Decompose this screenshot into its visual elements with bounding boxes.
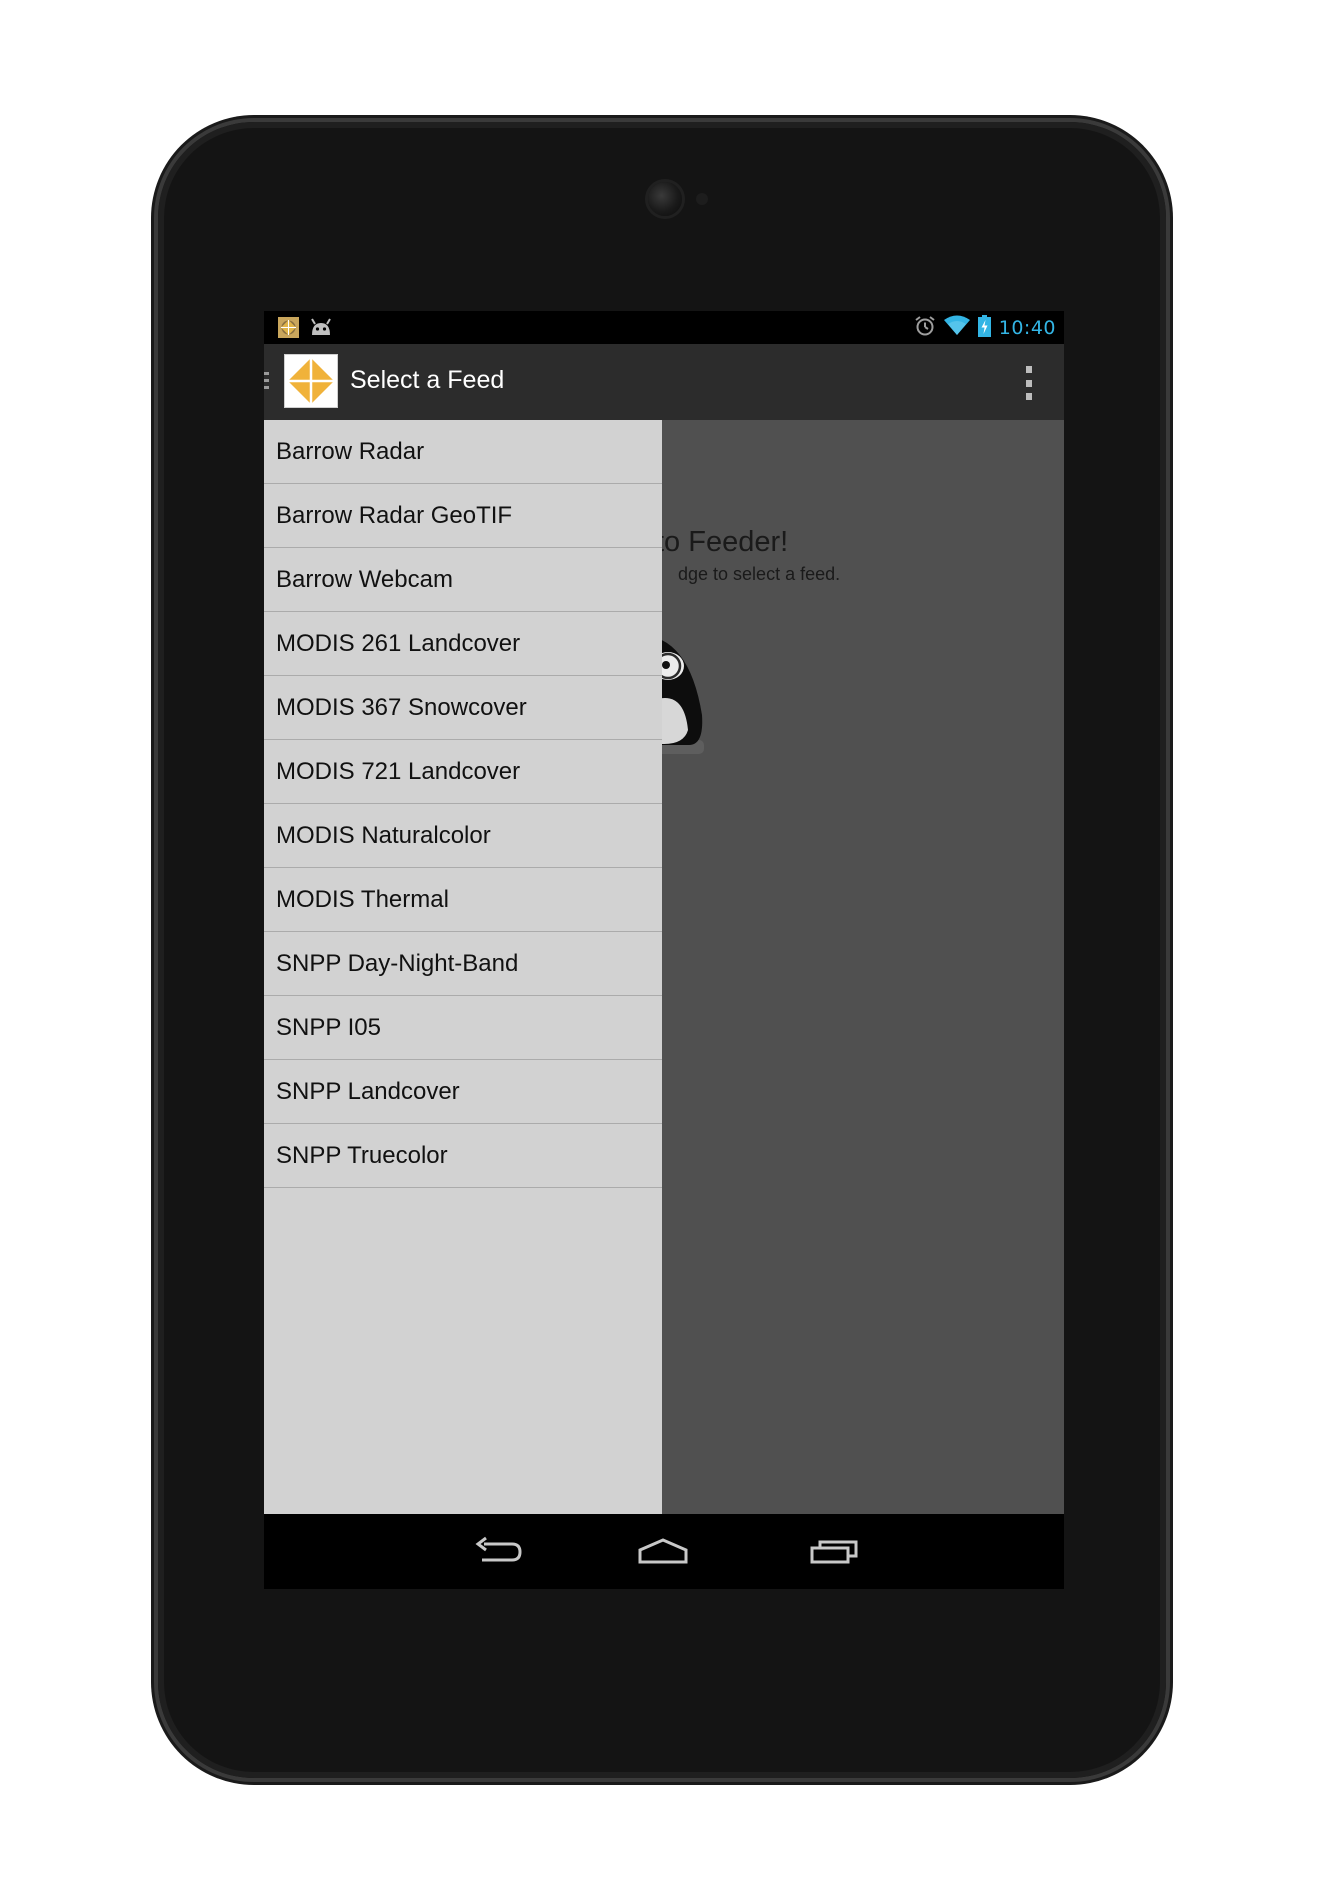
system-status-icons: 10:40 — [914, 315, 1056, 341]
back-icon[interactable] — [474, 1536, 522, 1570]
page-title: Select a Feed — [350, 366, 505, 394]
list-item[interactable]: MODIS Naturalcolor — [264, 804, 662, 868]
android-debug-icon — [309, 317, 333, 342]
list-item[interactable]: SNPP Truecolor — [264, 1124, 662, 1188]
list-item[interactable]: MODIS Thermal — [264, 868, 662, 932]
notification-icons — [278, 317, 333, 342]
list-item[interactable]: MODIS 367 Snowcover — [264, 676, 662, 740]
clock: 10:40 — [998, 317, 1056, 339]
recent-apps-icon[interactable] — [810, 1536, 858, 1570]
device-screen: 10:40 Select a Feed to Feeder! dge to se… — [264, 311, 1064, 1589]
list-item[interactable]: MODIS 261 Landcover — [264, 612, 662, 676]
app-logo[interactable] — [284, 354, 338, 408]
front-camera — [648, 182, 682, 216]
status-bar: 10:40 — [264, 311, 1064, 344]
battery-charging-icon — [977, 315, 991, 341]
navigation-drawer: Barrow Radar Barrow Radar GeoTIF Barrow … — [264, 420, 662, 1514]
welcome-text: to Feeder! — [656, 526, 789, 558]
overflow-menu-icon[interactable] — [1024, 366, 1034, 400]
list-item[interactable]: Barrow Webcam — [264, 548, 662, 612]
home-icon[interactable] — [638, 1536, 688, 1570]
drawer-indicator-icon[interactable] — [264, 372, 270, 394]
alarm-icon — [914, 315, 936, 341]
feeder-notification-icon — [278, 317, 299, 342]
system-nav-bar — [264, 1514, 1064, 1589]
list-item[interactable]: SNPP Day-Night-Band — [264, 932, 662, 996]
light-sensor — [696, 193, 708, 205]
list-item[interactable]: MODIS 721 Landcover — [264, 740, 662, 804]
hint-text: dge to select a feed. — [678, 564, 841, 584]
list-item[interactable]: Barrow Radar — [264, 420, 662, 484]
wifi-icon — [943, 315, 970, 341]
list-item[interactable]: SNPP I05 — [264, 996, 662, 1060]
action-bar: Select a Feed — [264, 344, 1064, 422]
list-item[interactable]: SNPP Landcover — [264, 1060, 662, 1124]
list-item[interactable]: Barrow Radar GeoTIF — [264, 484, 662, 548]
